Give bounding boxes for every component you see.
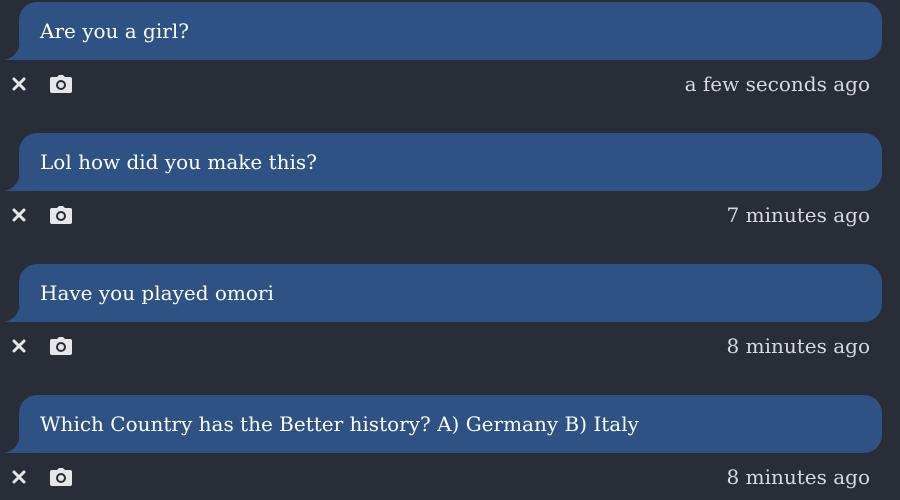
close-icon <box>12 208 26 222</box>
message-text: Lol how did you make this? <box>40 150 317 174</box>
screenshot-button[interactable] <box>49 332 73 360</box>
message-bubble: Have you played omori <box>19 264 882 322</box>
message-actions <box>10 201 73 229</box>
message-text: Are you a girl? <box>40 19 189 43</box>
message-feed: Are you a girl? a few seconds ago Lol ho… <box>0 0 900 500</box>
delete-button[interactable] <box>10 70 28 98</box>
close-icon <box>12 470 26 484</box>
message-text: Which Country has the Better history? A)… <box>40 412 639 436</box>
message-text: Have you played omori <box>40 281 274 305</box>
message-actions <box>10 463 73 491</box>
message-bubble: Lol how did you make this? <box>19 133 882 191</box>
camera-icon <box>50 468 72 486</box>
message-timestamp: 8 minutes ago <box>726 465 870 489</box>
message-item: Have you played omori 8 minutes ago <box>0 262 900 393</box>
screenshot-button[interactable] <box>49 463 73 491</box>
screenshot-button[interactable] <box>49 201 73 229</box>
camera-icon <box>50 206 72 224</box>
camera-icon <box>50 75 72 93</box>
camera-icon <box>50 337 72 355</box>
message-bubble: Are you a girl? <box>19 2 882 60</box>
message-item: Are you a girl? a few seconds ago <box>0 0 900 131</box>
message-bubble: Which Country has the Better history? A)… <box>19 395 882 453</box>
message-item: Which Country has the Better history? A)… <box>0 393 900 500</box>
delete-button[interactable] <box>10 463 28 491</box>
delete-button[interactable] <box>10 201 28 229</box>
message-item: Lol how did you make this? 7 minutes ago <box>0 131 900 262</box>
screenshot-button[interactable] <box>49 70 73 98</box>
message-actions <box>10 332 73 360</box>
message-actions <box>10 70 73 98</box>
message-timestamp: a few seconds ago <box>684 72 870 96</box>
close-icon <box>12 339 26 353</box>
close-icon <box>12 77 26 91</box>
delete-button[interactable] <box>10 332 28 360</box>
message-timestamp: 7 minutes ago <box>726 203 870 227</box>
message-timestamp: 8 minutes ago <box>726 334 870 358</box>
